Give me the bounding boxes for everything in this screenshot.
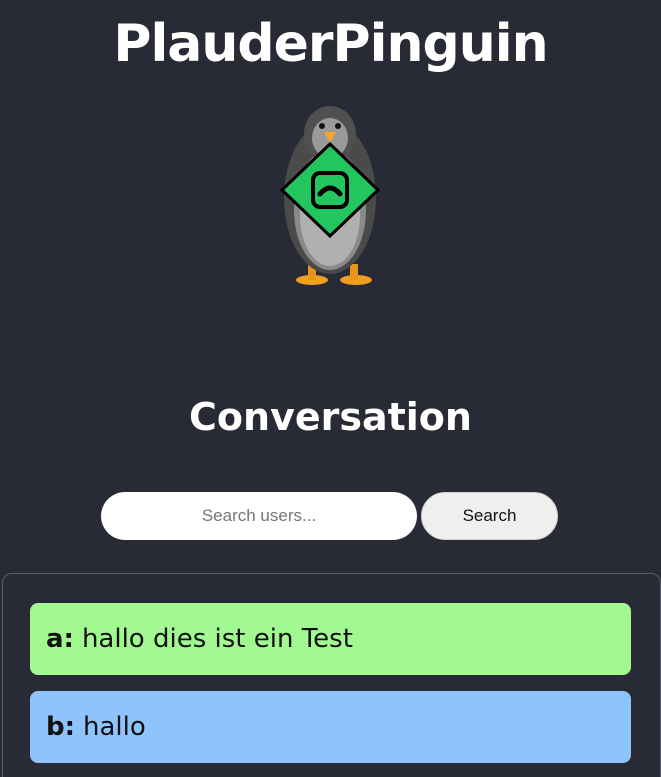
penguin-phone-icon [279,106,381,285]
app-title: PlauderPinguin [113,14,548,74]
message-text: hallo [83,712,146,742]
message-sender: a: [46,624,74,654]
search-input[interactable] [101,492,417,540]
page-title: Conversation [189,395,472,439]
search-button[interactable]: Search [421,492,558,540]
message-sender: b: [46,712,76,742]
message-item: b: hallo [30,691,631,763]
message-text: hallo dies ist ein Test [81,624,353,654]
message-item: a: hallo dies ist ein Test [30,603,631,675]
app-page: PlauderPinguin Conversation Search a: ha… [0,0,661,777]
